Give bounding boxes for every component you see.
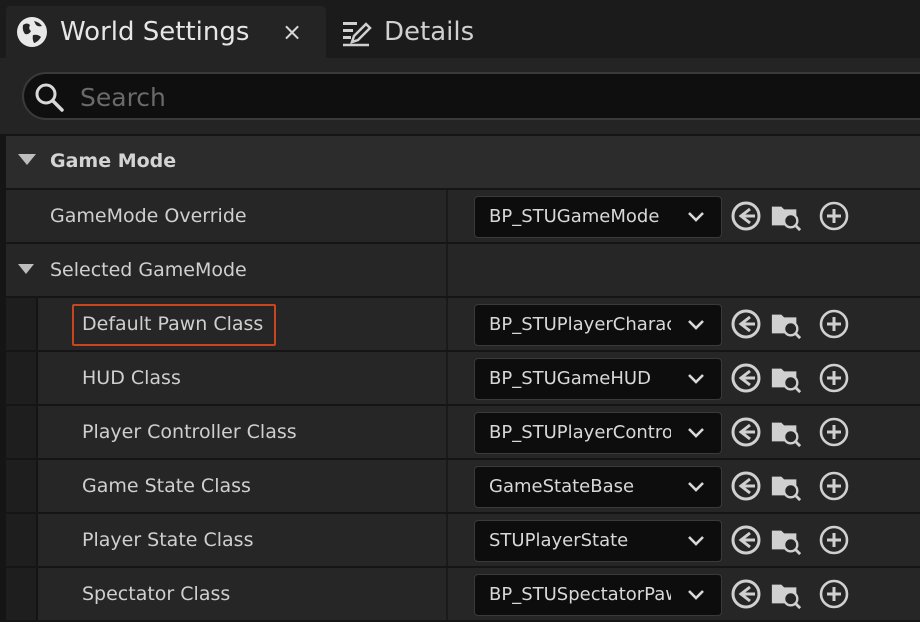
use-selected-arrow-icon[interactable] — [730, 362, 762, 394]
property-label: Spectator Class — [82, 583, 231, 605]
name-cell: GameMode Override — [6, 190, 446, 242]
dropdown-value: BP_STUGameHUD — [489, 368, 651, 389]
browse-folder-icon[interactable] — [770, 416, 802, 448]
browse-folder-icon[interactable] — [770, 470, 802, 502]
use-selected-arrow-icon[interactable] — [730, 578, 762, 610]
category-label: Game Mode — [50, 150, 177, 172]
dropdown-value: BP_STUPlayerCharacter — [489, 314, 671, 335]
add-plus-icon[interactable] — [818, 524, 850, 556]
property-label: HUD Class — [82, 367, 181, 389]
tab-details-label: Details — [384, 17, 475, 47]
value-cell: BP_STUGameHUD — [448, 352, 920, 404]
property-row-hud-class: HUD Class BP_STUGameHUD — [6, 352, 920, 404]
add-plus-icon[interactable] — [818, 308, 850, 340]
use-selected-arrow-icon[interactable] — [730, 308, 762, 340]
name-cell: Selected GameMode — [6, 244, 446, 296]
dropdown-value: BP_STUSpectatorPawn — [489, 584, 671, 605]
dropdown-value: BP_STUGameMode — [489, 206, 660, 227]
class-dropdown[interactable]: BP_STUGameMode — [474, 196, 722, 238]
collapse-arrow-icon[interactable] — [18, 264, 34, 274]
property-row-player-state-class: Player State Class STUPlayerState — [6, 514, 920, 566]
add-plus-icon[interactable] — [818, 200, 850, 232]
search-bar — [0, 58, 920, 134]
property-label: Player State Class — [82, 529, 254, 551]
browse-folder-icon[interactable] — [770, 362, 802, 394]
globe-icon — [17, 17, 47, 47]
use-selected-arrow-icon[interactable] — [730, 416, 762, 448]
browse-folder-icon[interactable] — [770, 524, 802, 556]
property-row-gamemode-override: GameMode Override BP_STUGameMode — [6, 190, 920, 242]
tab-world-settings-label: World Settings — [60, 17, 250, 47]
tab-world-settings[interactable]: World Settings × — [6, 6, 326, 58]
property-label: Game State Class — [82, 475, 251, 497]
highlight-box — [72, 304, 276, 346]
property-row-spectator-class: Spectator Class BP_STUSpectatorPawn — [6, 568, 920, 620]
search-input[interactable] — [78, 78, 902, 116]
value-cell: GameStateBase — [448, 460, 920, 512]
add-plus-icon[interactable] — [818, 416, 850, 448]
search-box[interactable] — [22, 72, 920, 120]
browse-folder-icon[interactable] — [770, 200, 802, 232]
name-cell: HUD Class — [6, 352, 446, 404]
property-row-selected-gamemode[interactable]: Selected GameMode — [6, 244, 920, 296]
name-cell: Spectator Class — [6, 568, 446, 620]
use-selected-arrow-icon[interactable] — [730, 524, 762, 556]
chevron-down-icon — [688, 590, 704, 600]
chevron-down-icon — [688, 428, 704, 438]
chevron-down-icon — [688, 482, 704, 492]
chevron-down-icon — [688, 320, 704, 330]
property-row-player-controller-class: Player Controller Class BP_STUPlayerCont… — [6, 406, 920, 458]
value-cell: STUPlayerState — [448, 514, 920, 566]
add-plus-icon[interactable] — [818, 470, 850, 502]
class-dropdown[interactable]: BP_STUGameHUD — [474, 358, 722, 400]
value-cell: BP_STUPlayerController — [448, 406, 920, 458]
use-selected-arrow-icon[interactable] — [730, 200, 762, 232]
tab-details[interactable]: Details — [330, 6, 550, 58]
collapse-arrow-icon[interactable] — [18, 154, 36, 165]
class-dropdown[interactable]: BP_STUPlayerCharacter — [474, 304, 722, 346]
add-plus-icon[interactable] — [818, 578, 850, 610]
dropdown-value: STUPlayerState — [489, 530, 629, 551]
class-dropdown[interactable]: BP_STUPlayerController — [474, 412, 722, 454]
search-icon — [35, 83, 64, 112]
close-tab-button[interactable]: × — [276, 16, 308, 48]
dropdown-value: GameStateBase — [489, 476, 635, 497]
value-cell: BP_STUPlayerCharacter — [448, 298, 920, 350]
chevron-down-icon — [688, 536, 704, 546]
value-cell: BP_STUGameMode — [448, 190, 920, 242]
chevron-down-icon — [688, 374, 704, 384]
value-cell: BP_STUSpectatorPawn — [448, 568, 920, 620]
property-row-game-state-class: Game State Class GameStateBase — [6, 460, 920, 512]
name-cell: Player State Class — [6, 514, 446, 566]
name-cell: Game State Class — [6, 460, 446, 512]
tab-bar: World Settings × Details — [0, 0, 920, 58]
name-cell: Default Pawn Class — [6, 298, 446, 350]
class-dropdown[interactable]: BP_STUSpectatorPawn — [474, 574, 722, 616]
use-selected-arrow-icon[interactable] — [730, 470, 762, 502]
property-row-default-pawn-class: Default Pawn Class BP_STUPlayerCharacter — [6, 298, 920, 350]
add-plus-icon[interactable] — [818, 362, 850, 394]
column-divider[interactable] — [446, 244, 448, 296]
dropdown-value: BP_STUPlayerController — [489, 422, 671, 443]
property-label: Player Controller Class — [82, 421, 297, 443]
class-dropdown[interactable]: STUPlayerState — [474, 520, 722, 562]
chevron-down-icon — [688, 212, 704, 222]
property-label: GameMode Override — [50, 205, 247, 227]
pencil-details-icon — [343, 22, 372, 47]
category-game-mode[interactable]: Game Mode — [6, 136, 920, 188]
class-dropdown[interactable]: GameStateBase — [474, 466, 722, 508]
name-cell: Player Controller Class — [6, 406, 446, 458]
property-label: Selected GameMode — [50, 259, 247, 281]
browse-folder-icon[interactable] — [770, 308, 802, 340]
browse-folder-icon[interactable] — [770, 578, 802, 610]
